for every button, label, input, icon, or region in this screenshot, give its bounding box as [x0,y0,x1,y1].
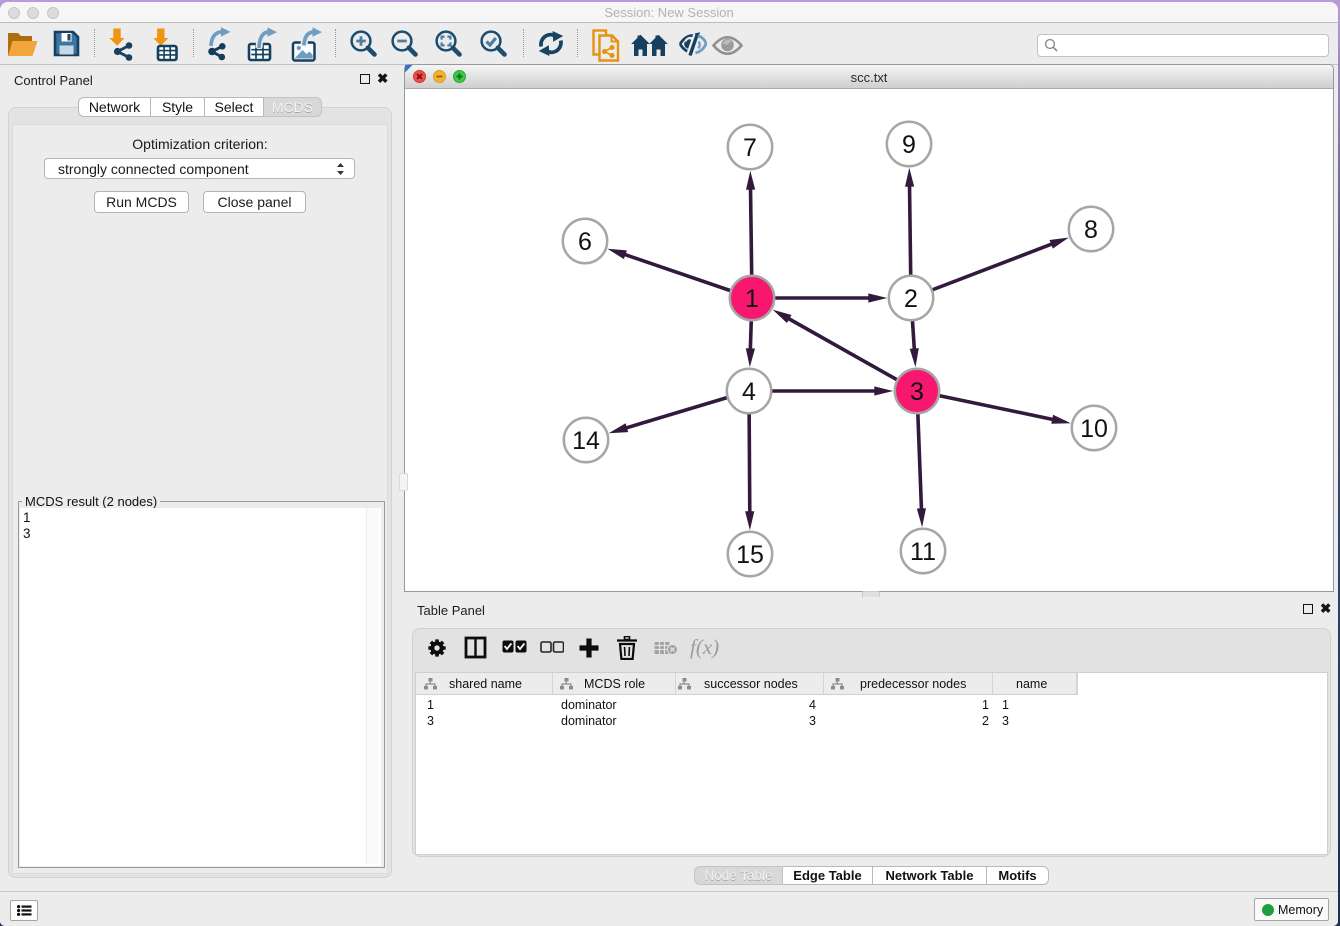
svg-text:11: 11 [910,538,936,566]
svg-text:6: 6 [578,228,592,256]
svg-text:10: 10 [1080,415,1108,443]
svg-text:9: 9 [902,131,916,159]
svg-text:1: 1 [745,285,759,313]
svg-text:2: 2 [904,285,918,313]
svg-text:14: 14 [572,427,600,455]
svg-text:15: 15 [736,541,764,569]
svg-text:7: 7 [743,134,757,162]
svg-text:3: 3 [910,378,924,406]
svg-text:8: 8 [1084,216,1098,244]
svg-text:4: 4 [742,378,756,406]
